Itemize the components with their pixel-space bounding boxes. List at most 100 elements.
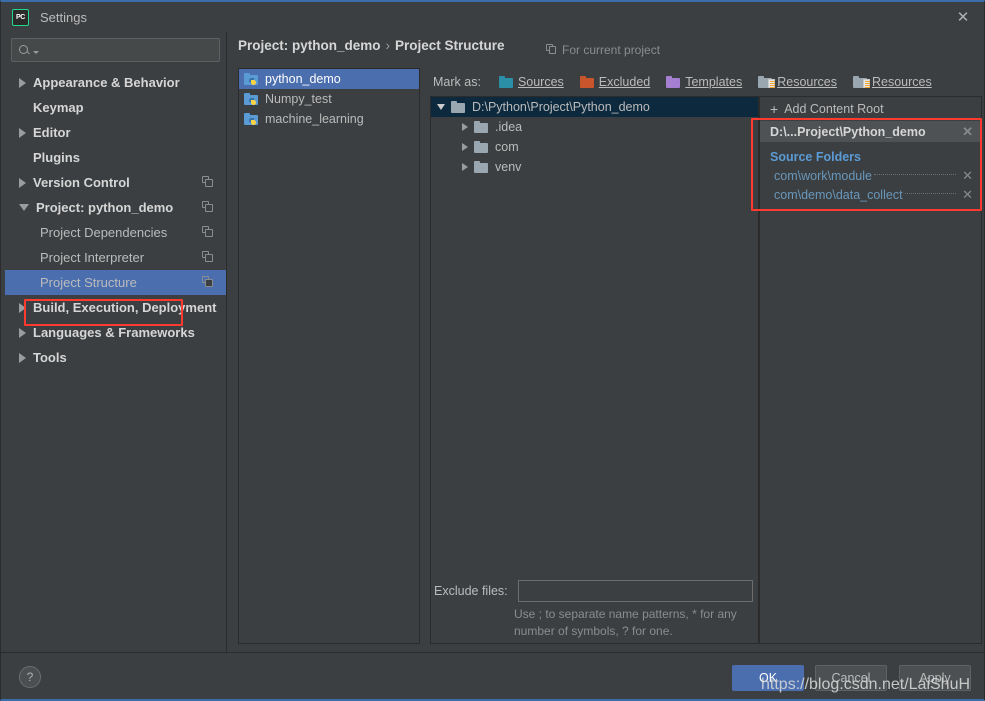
chevron-right-icon[interactable]: [462, 123, 468, 131]
sidebar-item-appearance-behavior[interactable]: Appearance & Behavior: [5, 70, 226, 95]
folder-icon: [666, 75, 681, 89]
sidebar-item-label: Plugins: [33, 150, 80, 165]
content-root-detail-panel: + Add Content Root D:\...Project\Python_…: [759, 96, 982, 644]
ok-button[interactable]: OK: [732, 665, 804, 691]
sidebar-item-label: Build, Execution, Deployment: [33, 300, 217, 315]
sidebar-item-plugins[interactable]: Plugins: [5, 145, 226, 170]
project-list-item[interactable]: machine_learning: [239, 109, 419, 129]
chevron-right-icon[interactable]: [19, 177, 26, 188]
sidebar-item-project-interpreter[interactable]: Project Interpreter: [5, 245, 226, 270]
search-input[interactable]: [39, 42, 213, 58]
mark-as-resources-2[interactable]: Resources: [852, 75, 932, 89]
mark-as-resources[interactable]: Resources: [758, 75, 837, 89]
sidebar-item-project-python-demo[interactable]: Project: python_demo: [5, 195, 226, 220]
close-icon[interactable]: ✕: [940, 2, 984, 32]
folder-icon: [579, 75, 595, 89]
sidebar-item-project-structure[interactable]: Project Structure: [5, 270, 226, 295]
mark-as-options: Sources Excluded Templates Resources Resourc…: [498, 75, 948, 89]
exclude-files-hint: Use ; to separate name patterns, * for a…: [514, 607, 737, 638]
exclude-files-label: Exclude files:: [434, 584, 508, 598]
sidebar-item-languages-frameworks[interactable]: Languages & Frameworks: [5, 320, 226, 345]
chevron-right-icon[interactable]: [19, 352, 26, 363]
content-tree-node-label: .idea: [495, 120, 523, 134]
source-folder-path: com\demo\data_collect: [774, 187, 903, 202]
mark-as-templates[interactable]: Templates: [666, 75, 742, 89]
content-root-header: D:\...Project\Python_demo ✕: [760, 121, 981, 142]
content-root-path: D:\...Project\Python_demo: [770, 124, 926, 139]
breadcrumb: Project: python_demo › Project Structure: [238, 38, 505, 53]
remove-source-folder-icon[interactable]: ✕: [960, 187, 975, 203]
content-tree-node[interactable]: venv: [431, 157, 758, 177]
cancel-button[interactable]: Cancel: [815, 665, 887, 691]
chevron-right-icon[interactable]: [19, 127, 26, 138]
copy-settings-icon[interactable]: [202, 176, 214, 188]
remove-source-folder-icon[interactable]: ✕: [960, 168, 975, 184]
for-current-project-note: For current project: [546, 43, 660, 57]
mark-as-sources[interactable]: Sources: [498, 75, 564, 89]
sidebar-item-label: Project Structure: [40, 275, 137, 290]
source-folders-list: com\work\module ✕ com\demo\data_collect ✕: [760, 166, 981, 204]
folder-icon: [474, 160, 489, 174]
mark-as-toolbar: Mark as: Sources Excluded Templates Resourc…: [433, 75, 948, 89]
pycharm-logo-text: PC: [15, 13, 26, 21]
resources-folder-icon: [758, 75, 776, 89]
sidebar-item-keymap[interactable]: Keymap: [5, 95, 226, 120]
chevron-right-icon[interactable]: [19, 77, 26, 88]
source-folder-item[interactable]: com\work\module ✕: [760, 166, 981, 185]
search-icon: [18, 43, 32, 57]
project-list-panel: python_demo Numpy_test machine_learning: [238, 68, 420, 644]
exclude-files-row: Exclude files:: [434, 580, 753, 602]
sidebar-item-build-execution-deployment[interactable]: Build, Execution, Deployment: [5, 295, 226, 320]
project-list-item-label: machine_learning: [265, 112, 364, 126]
sidebar-item-label: Version Control: [33, 175, 130, 190]
breadcrumb-separator: ›: [385, 38, 391, 53]
remove-content-root-icon[interactable]: ✕: [960, 124, 975, 140]
add-content-root-button[interactable]: + Add Content Root: [760, 97, 981, 121]
folder-icon: [474, 140, 489, 154]
chevron-right-icon[interactable]: [462, 163, 468, 171]
plus-icon: +: [770, 101, 779, 117]
apply-button[interactable]: Apply: [899, 665, 971, 691]
folder-icon: [451, 100, 466, 114]
folder-icon: [498, 75, 514, 89]
chevron-right-icon[interactable]: [462, 143, 468, 151]
source-folder-path: com\work\module: [774, 168, 872, 183]
python-project-folder-icon: [244, 92, 259, 106]
pycharm-logo-icon: PC: [12, 8, 29, 26]
chevron-right-icon[interactable]: [19, 302, 26, 313]
content-root-tree-panel: D:\Python\Project\Python_demo .idea com ven…: [430, 96, 759, 644]
mark-as-label: Mark as:: [433, 75, 481, 89]
content-tree-node[interactable]: D:\Python\Project\Python_demo: [431, 97, 758, 117]
mark-as-option-label: Excluded: [598, 75, 651, 89]
add-content-root-label: Add Content Root: [784, 102, 884, 116]
copy-settings-icon[interactable]: [202, 201, 214, 213]
content-tree-node[interactable]: .idea: [431, 117, 758, 137]
window-title: Settings: [40, 9, 87, 25]
chevron-down-icon[interactable]: [437, 104, 445, 110]
sidebar-item-editor[interactable]: Editor: [5, 120, 226, 145]
dotted-separator: [904, 192, 957, 194]
folder-icon: [474, 120, 489, 134]
sidebar-item-version-control[interactable]: Version Control: [5, 170, 226, 195]
exclude-files-input[interactable]: [517, 580, 753, 602]
content-root-tree: D:\Python\Project\Python_demo .idea com ven…: [431, 97, 758, 177]
copy-settings-icon[interactable]: [202, 226, 214, 238]
copy-settings-icon[interactable]: [202, 251, 214, 263]
sidebar-item-project-dependencies[interactable]: Project Dependencies: [5, 220, 226, 245]
breadcrumb-root[interactable]: Project: python_demo: [238, 38, 381, 53]
mark-as-excluded[interactable]: Excluded: [579, 75, 651, 89]
sidebar-item-label: Languages & Frameworks: [33, 325, 195, 340]
dotted-separator: [873, 173, 957, 175]
search-box[interactable]: [11, 38, 220, 62]
project-list-item[interactable]: python_demo: [239, 69, 419, 89]
content-tree-node[interactable]: com: [431, 137, 758, 157]
help-button[interactable]: ?: [19, 666, 41, 688]
dialog-footer: ? OK Cancel Apply: [1, 652, 984, 699]
settings-dialog: PC Settings ✕ Appearance & Behavior Keyma…: [0, 0, 985, 701]
project-list-item[interactable]: Numpy_test: [239, 89, 419, 109]
chevron-down-icon[interactable]: [19, 204, 29, 211]
sidebar-item-tools[interactable]: Tools: [5, 345, 226, 370]
source-folder-item[interactable]: com\demo\data_collect ✕: [760, 185, 981, 204]
copy-settings-icon[interactable]: [202, 276, 214, 288]
chevron-right-icon[interactable]: [19, 327, 26, 338]
